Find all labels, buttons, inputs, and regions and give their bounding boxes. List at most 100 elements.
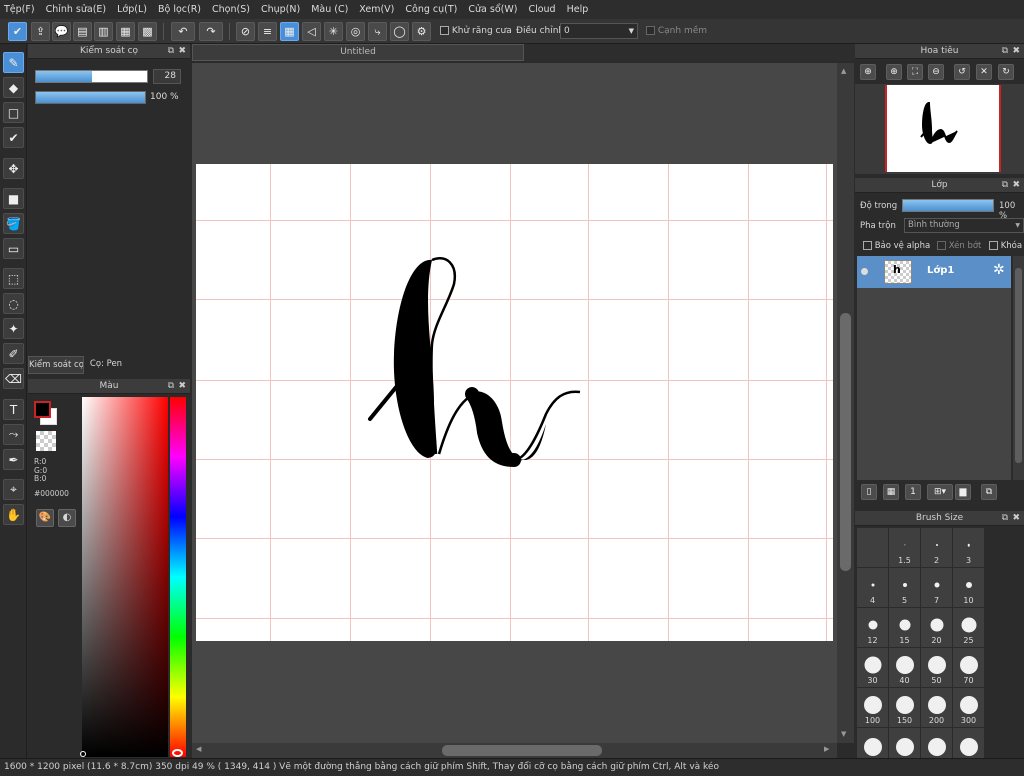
select-rect-tool-icon[interactable]: ⬚ xyxy=(3,268,24,289)
divide-tool-icon[interactable]: ✒ xyxy=(3,449,24,470)
move-tool-icon[interactable]: ✥ xyxy=(3,158,24,179)
menu-item[interactable]: Help xyxy=(567,4,589,15)
undo-icon[interactable]: ↶ xyxy=(171,22,195,41)
menu-item[interactable]: Chọn(S) xyxy=(212,4,250,15)
brush-size-cell[interactable]: 30 xyxy=(857,648,888,687)
rotate-left-icon[interactable]: ↺ xyxy=(954,64,970,80)
new-layer-icon[interactable]: ▯ xyxy=(861,484,877,500)
clipping-checkbox[interactable]: Xén bớt xyxy=(937,241,981,251)
eyedropper-tool-icon[interactable]: ⌖ xyxy=(3,479,24,500)
menu-item[interactable]: Cloud xyxy=(528,4,555,15)
snap-off-icon[interactable]: ⊘ xyxy=(236,22,255,41)
brush-size-cell[interactable]: 2 xyxy=(921,528,952,567)
grid-snap-icon[interactable]: ▦ xyxy=(280,22,299,41)
document-icon[interactable]: ▥ xyxy=(94,22,113,41)
layer-opacity-slider[interactable] xyxy=(902,199,994,212)
reset-view-icon[interactable]: ✕ xyxy=(976,64,992,80)
speech-bubble-icon[interactable]: 💬 xyxy=(52,22,71,41)
snap-settings-icon[interactable]: ⚙ xyxy=(412,22,431,41)
blend-mode-select[interactable]: Bình thường ▼ xyxy=(904,218,1024,233)
layer-row[interactable]: h Lớp1 ✲ xyxy=(857,256,1011,288)
scroll-down-icon[interactable]: ▼ xyxy=(841,730,846,738)
brush-size-cell[interactable]: 50 xyxy=(921,648,952,687)
brush-size-cell[interactable]: 70 xyxy=(953,648,984,687)
menu-item[interactable]: Chụp(N) xyxy=(261,4,300,15)
horizontal-scrollbar-thumb[interactable] xyxy=(442,745,602,756)
close-icon[interactable]: ✖ xyxy=(178,44,186,59)
menu-item[interactable]: Lớp(L) xyxy=(117,4,147,15)
menu-item[interactable]: Cửa sổ(W) xyxy=(468,4,517,15)
layer-list-scrollbar[interactable] xyxy=(1013,256,1024,480)
layer-settings-gear-icon[interactable]: ✲ xyxy=(993,262,1005,278)
palette-icon[interactable]: 🎨 xyxy=(36,509,54,527)
antialias-checkbox[interactable]: Khử răng cưa xyxy=(440,26,512,36)
menu-item[interactable]: Màu (C) xyxy=(311,4,348,15)
menu-item[interactable]: Xem(V) xyxy=(359,4,394,15)
bucket-tool-icon[interactable]: 🪣 xyxy=(3,213,24,234)
brush-size-slider[interactable] xyxy=(35,70,148,83)
vertical-scrollbar-thumb[interactable] xyxy=(840,313,851,571)
brush-size-cell[interactable]: 150 xyxy=(889,688,920,727)
zoom-out-icon[interactable]: ⊖ xyxy=(928,64,944,80)
protect-alpha-checkbox[interactable]: Bảo vệ alpha xyxy=(863,241,930,251)
export-icon[interactable]: ⇪ xyxy=(31,22,50,41)
brush-size-cell[interactable]: 7 xyxy=(921,568,952,607)
comic-frame-icon[interactable]: ▦ xyxy=(116,22,135,41)
hue-slider-thumb[interactable] xyxy=(172,749,183,757)
undock-icon[interactable]: ⧉ xyxy=(1002,178,1008,193)
hand-tool-icon[interactable]: ✋ xyxy=(3,504,24,525)
brush-size-cell[interactable]: 100 xyxy=(857,688,888,727)
color-mix-icon[interactable]: ◐ xyxy=(58,509,76,527)
brush-size-cell[interactable]: 5 xyxy=(889,568,920,607)
menu-item[interactable]: Tệp(F) xyxy=(4,4,35,15)
ellipse-snap-icon[interactable]: ◯ xyxy=(390,22,409,41)
document-tab[interactable]: Untitled xyxy=(192,44,524,61)
select-eraser-tool-icon[interactable]: ⌫ xyxy=(3,368,24,389)
gradient-tool-icon[interactable]: ▭ xyxy=(3,238,24,259)
scroll-up-icon[interactable]: ▲ xyxy=(841,67,846,75)
shape-tool-icon[interactable]: □ xyxy=(3,102,24,123)
undock-icon[interactable]: ⧉ xyxy=(168,379,174,394)
folder-icon[interactable]: ▆ xyxy=(955,484,971,500)
brush-size-cell[interactable]: 12 xyxy=(857,608,888,647)
color-saturation-picker[interactable] xyxy=(82,397,168,757)
menu-item[interactable]: Chỉnh sửa(E) xyxy=(46,4,107,15)
undock-icon[interactable]: ⧉ xyxy=(1002,511,1008,526)
undock-icon[interactable]: ⧉ xyxy=(1002,44,1008,59)
drawing-canvas[interactable] xyxy=(196,164,833,641)
menu-item[interactable]: Bộ lọc(R) xyxy=(158,4,201,15)
soft-edge-checkbox[interactable]: Cạnh mềm xyxy=(646,26,707,36)
operation-tool-icon[interactable]: ⤳ xyxy=(3,424,24,445)
horizontal-scrollbar[interactable]: ◀ ▶ xyxy=(192,743,837,758)
zoom-in-icon[interactable]: ⊕ xyxy=(860,64,876,80)
brush-size-cell[interactable]: 300 xyxy=(953,688,984,727)
duplicate-layer-icon[interactable]: ⧉ xyxy=(981,484,997,500)
hue-slider[interactable] xyxy=(170,397,186,757)
tab-brush-pen[interactable]: Cọ: Pen xyxy=(86,356,126,374)
eraser-tool-icon[interactable]: ◆ xyxy=(3,77,24,98)
canvas-area[interactable] xyxy=(192,63,837,743)
scroll-left-icon[interactable]: ◀ xyxy=(196,745,201,753)
brush-size-cell[interactable]: 20 xyxy=(921,608,952,647)
parallel-snap-icon[interactable]: ≡ xyxy=(258,22,277,41)
redo-icon[interactable]: ↷ xyxy=(199,22,223,41)
brush-tool-icon[interactable]: ✎ xyxy=(3,52,24,73)
close-icon[interactable]: ✖ xyxy=(1012,511,1020,526)
navigator-thumbnail[interactable] xyxy=(885,85,1001,172)
close-icon[interactable]: ✖ xyxy=(1012,178,1020,193)
concentric-snap-icon[interactable]: ◎ xyxy=(346,22,365,41)
radial-snap-icon[interactable]: ✳ xyxy=(324,22,343,41)
curve-snap-icon[interactable]: ⤷ xyxy=(368,22,387,41)
correction-select[interactable]: 0 ▼ xyxy=(560,23,638,39)
lock-checkbox[interactable]: Khóa xyxy=(989,241,1022,251)
brush-size-cell[interactable]: 10 xyxy=(953,568,984,607)
brush-mode-icon[interactable]: ✔ xyxy=(8,22,27,41)
navigator-preview-area[interactable] xyxy=(855,84,1024,174)
magic-wand-tool-icon[interactable]: ✦ xyxy=(3,318,24,339)
perspective-snap-icon[interactable]: ◁ xyxy=(302,22,321,41)
add-layer-dropdown-icon[interactable]: ⊞▾ xyxy=(927,484,953,500)
brush-size-cell[interactable]: 3 xyxy=(953,528,984,567)
brush-size-cell[interactable]: 15 xyxy=(889,608,920,647)
lasso-tool-icon[interactable]: ◌ xyxy=(3,293,24,314)
close-icon[interactable]: ✖ xyxy=(1012,44,1020,59)
